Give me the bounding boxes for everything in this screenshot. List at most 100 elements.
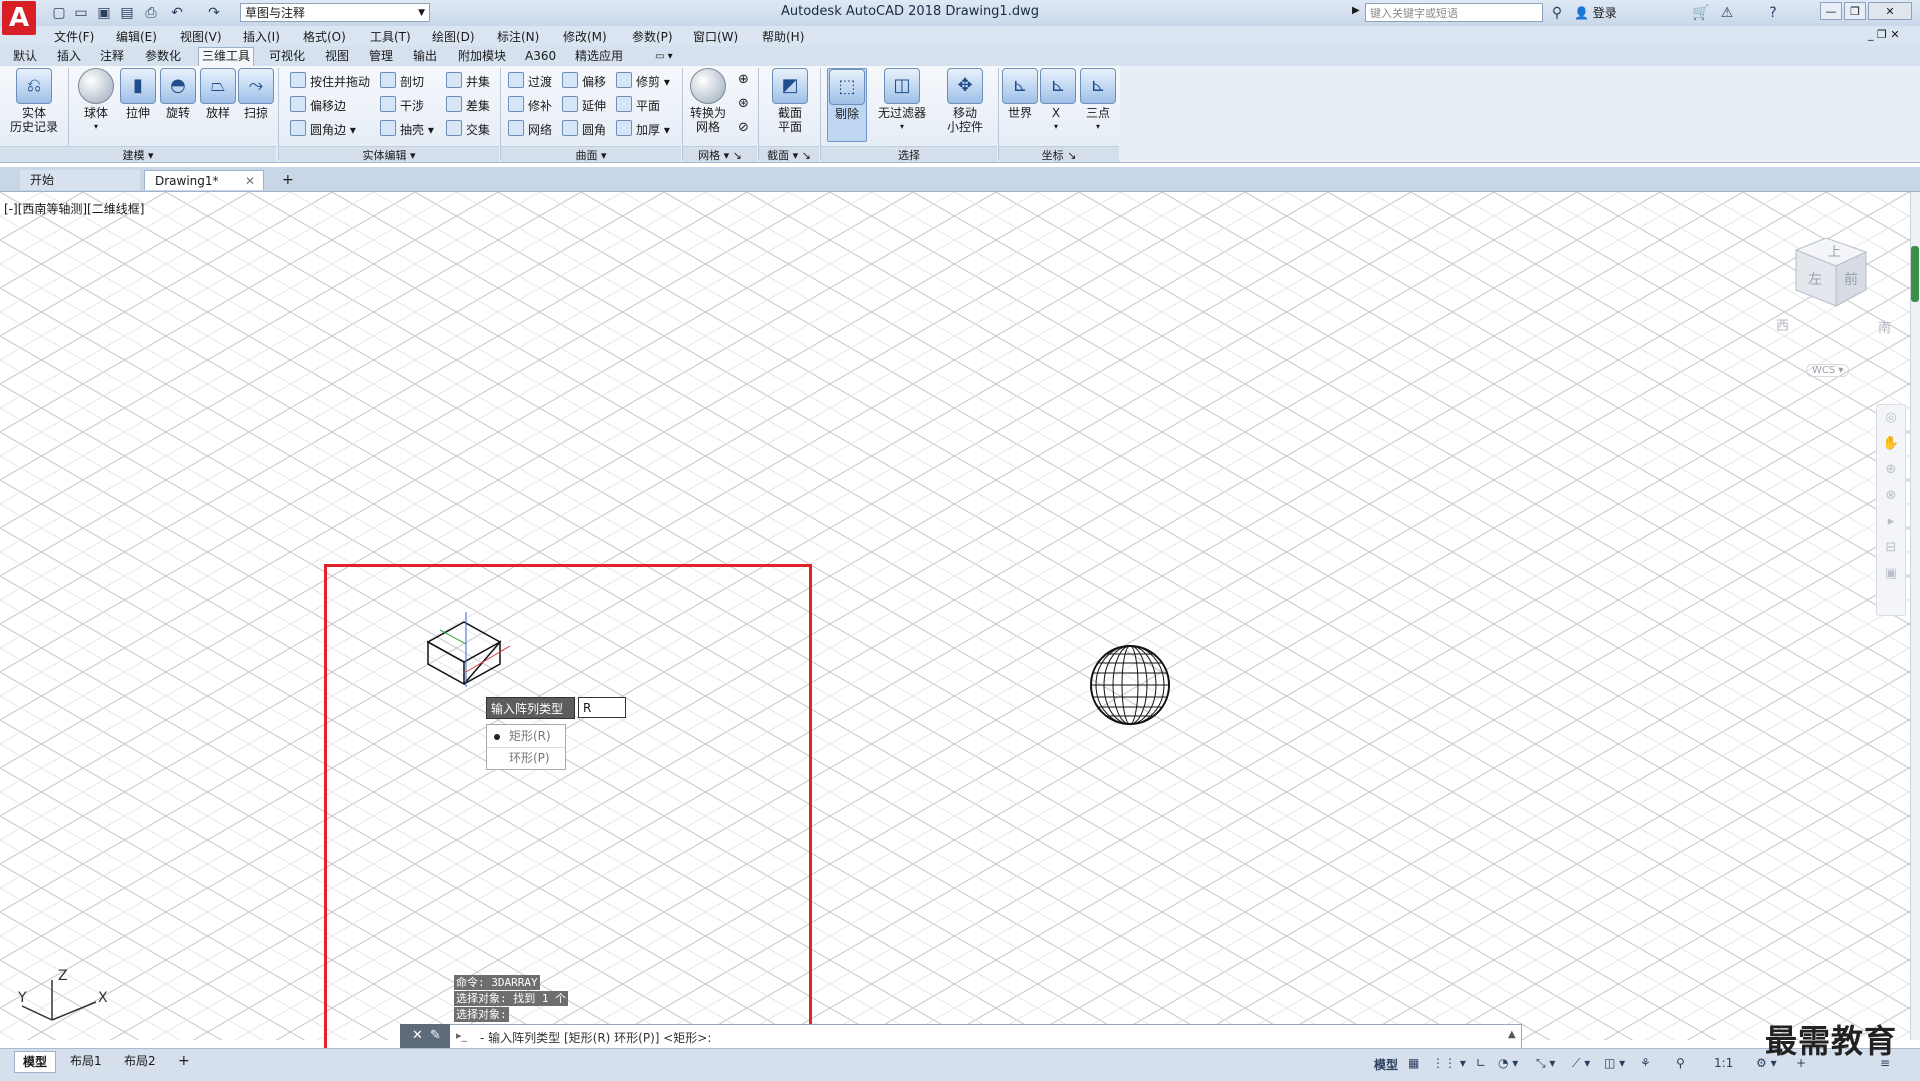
workspace-switcher[interactable]: 草图与注释 ▼ bbox=[240, 3, 430, 22]
viewport-controls-label[interactable]: [-][西南等轴测][二维线框] bbox=[4, 200, 144, 217]
culling-button[interactable]: ⬚ 剔除 bbox=[827, 68, 867, 142]
close-tab-icon[interactable]: ✕ bbox=[245, 171, 255, 191]
print-icon[interactable]: ⎙ bbox=[142, 4, 160, 22]
menu-window[interactable]: 窗口(W) bbox=[693, 28, 738, 45]
menu-draw[interactable]: 绘图(D) bbox=[432, 28, 475, 45]
tab-3d-tools[interactable]: 三维工具 bbox=[198, 47, 255, 67]
selection-cycling-icon[interactable]: ◫ ▾ bbox=[1604, 1056, 1625, 1070]
tab-parametric[interactable]: 参数化 bbox=[142, 48, 184, 65]
menu-tools[interactable]: 工具(T) bbox=[370, 28, 411, 45]
fillet-edge-button[interactable]: 圆角边 ▾ bbox=[290, 120, 356, 138]
menu-view[interactable]: 视图(V) bbox=[180, 28, 222, 45]
lineweight-icon[interactable]: ⟋ ▾ bbox=[1572, 1056, 1590, 1071]
scrollbar-thumb[interactable] bbox=[1911, 246, 1919, 302]
redo-icon[interactable]: ↷ bbox=[205, 4, 223, 22]
offset-edge-button[interactable]: 偏移边 bbox=[290, 96, 346, 114]
tab-manage[interactable]: 管理 bbox=[366, 48, 396, 65]
modeling-panel-title[interactable]: 建模 ▾ bbox=[0, 146, 276, 162]
convert-to-mesh-button[interactable]: 转换为 网格 bbox=[686, 68, 730, 134]
shell-button[interactable]: 抽壳 ▾ bbox=[380, 120, 434, 138]
save-icon[interactable]: ▣ bbox=[95, 4, 113, 22]
maximize-button[interactable]: ❐ bbox=[1844, 2, 1866, 20]
close-button[interactable]: ✕ bbox=[1868, 2, 1912, 20]
surface-patch-button[interactable]: 修补 bbox=[508, 96, 552, 114]
cart-icon[interactable]: 🛒 bbox=[1692, 4, 1710, 22]
interfere-button[interactable]: 干涉 bbox=[380, 96, 424, 114]
sphere-button[interactable]: 球体 ▾ bbox=[74, 68, 118, 134]
tab-view[interactable]: 视图 bbox=[322, 48, 352, 65]
section-plane-button[interactable]: ◩ 截面 平面 bbox=[764, 68, 816, 134]
command-prompt-text[interactable]: - 输入阵列类型 [矩形(R) 环形(P)] <矩形>: bbox=[480, 1029, 711, 1046]
section-panel-title[interactable]: 截面 ▾ ↘ bbox=[759, 146, 819, 162]
thicken-button[interactable]: 加厚 ▾ bbox=[616, 120, 670, 138]
ortho-icon[interactable]: ∟ bbox=[1476, 1056, 1486, 1070]
tab-default[interactable]: 默认 bbox=[10, 48, 40, 65]
snap-icon[interactable]: ⋮⋮ ▾ bbox=[1432, 1056, 1466, 1070]
surface-network-button[interactable]: 网络 bbox=[508, 120, 552, 138]
osnap-tracking-icon[interactable]: ⤡ ▾ bbox=[1536, 1056, 1555, 1071]
solid-history-button[interactable]: ⎌ 实体 历史记录 bbox=[6, 68, 62, 134]
vertical-scrollbar[interactable] bbox=[1910, 192, 1920, 1040]
surface-offset-button[interactable]: 偏移 bbox=[562, 72, 606, 90]
menu-insert[interactable]: 插入(I) bbox=[243, 28, 280, 45]
binoculars-icon[interactable]: ⚲ bbox=[1548, 4, 1566, 22]
sweep-button[interactable]: ⤳ 扫掠 bbox=[236, 68, 276, 120]
command-line-grip[interactable]: ✕ ✎ bbox=[400, 1024, 450, 1049]
option-rectangular[interactable]: 矩形(R) bbox=[487, 726, 565, 747]
tab-a360[interactable]: A360 bbox=[522, 48, 559, 65]
tab-output[interactable]: 输出 bbox=[410, 48, 440, 65]
help-icon[interactable]: ? bbox=[1764, 4, 1782, 22]
mesh-smooth-icon[interactable]: ⊕ bbox=[738, 72, 749, 87]
polar-icon[interactable]: ◔ ▾ bbox=[1498, 1056, 1518, 1070]
menu-parametric[interactable]: 参数(P) bbox=[632, 28, 673, 45]
layout-tab-model[interactable]: 模型 bbox=[14, 1051, 57, 1073]
menu-file[interactable]: 文件(F) bbox=[54, 28, 94, 45]
presspull-button[interactable]: 按住并拖动 bbox=[290, 72, 370, 90]
tab-addins[interactable]: 附加模块 bbox=[455, 48, 509, 65]
coordinates-panel-title[interactable]: 坐标 ↘ bbox=[999, 146, 1119, 162]
annotation-scale-value[interactable]: 1:1 bbox=[1714, 1056, 1733, 1070]
drawing-viewport[interactable]: 上 左 前 西 南 WCS ▾ ◎ ✋ ⊕ ⊗ ▸ ⊟ ▣ Z X Y bbox=[0, 192, 1910, 1040]
surface-blend-button[interactable]: 过渡 bbox=[508, 72, 552, 90]
move-gizmo-button[interactable]: ✥ 移动 小控件 bbox=[938, 68, 992, 134]
surface-fillet-button[interactable]: 圆角 bbox=[562, 120, 606, 138]
menu-dimension[interactable]: 标注(N) bbox=[497, 28, 539, 45]
close-icon[interactable]: ✕ bbox=[412, 1028, 423, 1043]
menu-help[interactable]: 帮助(H) bbox=[762, 28, 804, 45]
no-filter-button[interactable]: ◫ 无过滤器 ▾ bbox=[874, 68, 930, 134]
intersect-button[interactable]: 交集 bbox=[446, 120, 490, 138]
search-input[interactable]: 键入关键字或短语 bbox=[1365, 3, 1543, 22]
tab-annotate[interactable]: 注释 bbox=[97, 48, 127, 65]
ucs-3point-button[interactable]: ⊾ 三点 ▾ bbox=[1080, 68, 1116, 134]
slice-button[interactable]: 剖切 bbox=[380, 72, 424, 90]
wcs-menu[interactable]: WCS ▾ bbox=[1806, 364, 1850, 377]
layout-tab-layout2[interactable]: 布局2 bbox=[116, 1051, 164, 1071]
new-tab-icon[interactable]: + bbox=[276, 170, 298, 190]
wrench-icon[interactable]: ✎ bbox=[430, 1028, 441, 1043]
tab-start[interactable]: 开始 bbox=[20, 170, 140, 190]
loft-button[interactable]: ⏢ 放样 bbox=[198, 68, 238, 120]
mdi-window-controls[interactable]: _ ❐ ✕ bbox=[1868, 28, 1900, 41]
surface-trim-button[interactable]: 修剪 ▾ bbox=[616, 72, 670, 90]
viewcube[interactable]: 上 左 前 西 南 bbox=[1770, 232, 1900, 342]
tab-insert[interactable]: 插入 bbox=[54, 48, 84, 65]
surface-panel-title[interactable]: 曲面 ▾ bbox=[501, 146, 681, 162]
tab-drawing1[interactable]: Drawing1* ✕ bbox=[144, 170, 264, 190]
grid-icon[interactable]: ▦ bbox=[1408, 1056, 1419, 1070]
app-menu-button[interactable]: A bbox=[2, 1, 36, 35]
save-as-icon[interactable]: ▤ bbox=[118, 4, 136, 22]
union-button[interactable]: 并集 bbox=[446, 72, 490, 90]
revolve-button[interactable]: ◓ 旋转 bbox=[158, 68, 198, 120]
menu-edit[interactable]: 编辑(E) bbox=[116, 28, 157, 45]
subtract-button[interactable]: 差集 bbox=[446, 96, 490, 114]
expand-search-icon[interactable]: ▶ bbox=[1352, 5, 1360, 16]
open-file-icon[interactable]: ▭ bbox=[72, 4, 90, 22]
mesh-refine-icon[interactable]: ⊛ bbox=[738, 96, 749, 111]
ribbon-toggle-icon[interactable]: ▭ ▾ bbox=[652, 48, 676, 65]
autodesk-exchange-icon[interactable]: ⚠ bbox=[1718, 4, 1736, 22]
add-layout-icon[interactable]: + bbox=[170, 1051, 198, 1071]
surface-extend-button[interactable]: 延伸 bbox=[562, 96, 606, 114]
ucs-x-button[interactable]: ⊾ X ▾ bbox=[1040, 68, 1076, 134]
annotation-scale-icon[interactable]: ⚲ bbox=[1676, 1056, 1685, 1070]
surface-plane-button[interactable]: 平面 bbox=[616, 96, 660, 114]
